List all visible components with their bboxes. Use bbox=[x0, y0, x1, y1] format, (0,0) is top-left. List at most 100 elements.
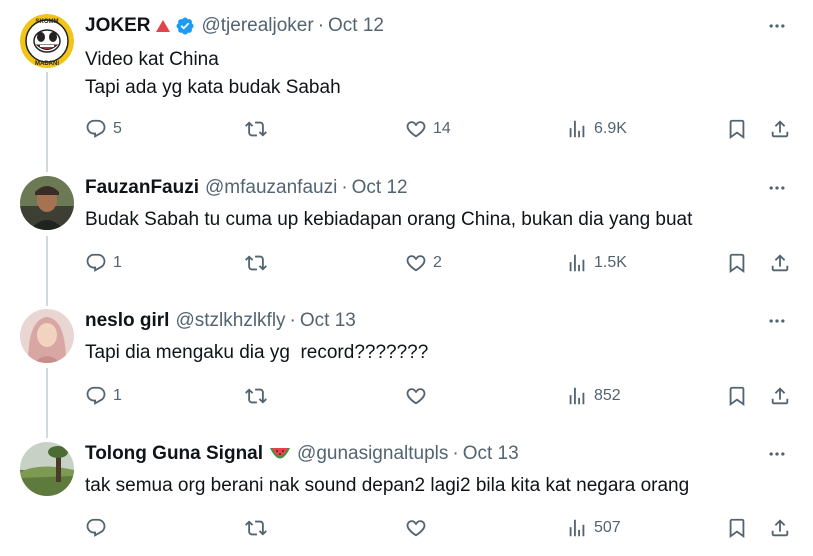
display-name[interactable]: neslo girl bbox=[85, 310, 169, 332]
tweet[interactable]: FauzanFauzi @mfauzanfauzi · Oct 12 Budak… bbox=[0, 176, 813, 286]
action-bar: 1 2 1.5K bbox=[85, 250, 795, 276]
reply-button[interactable] bbox=[85, 515, 113, 541]
tweet[interactable]: Tolong Guna Signal @gunasignaltupls · Oc… bbox=[0, 442, 813, 552]
action-bar: 1 852 bbox=[85, 383, 795, 409]
user-handle[interactable]: @tjerealjoker bbox=[201, 15, 313, 37]
tweet-text-line: Budak Sabah tu cuma up kebiadapan orang … bbox=[85, 209, 693, 230]
tweet-date[interactable]: Oct 12 bbox=[352, 177, 408, 199]
more-icon[interactable] bbox=[765, 309, 789, 333]
views-count: 6.9K bbox=[594, 120, 627, 137]
views-button[interactable]: 1.5K bbox=[566, 250, 627, 276]
tweet[interactable]: SKOMM MADANI JOKER @tjerealjoker · Oct 1… bbox=[0, 14, 813, 154]
tweet-header: neslo girl @stzlkhzlkfly · Oct 13 bbox=[85, 309, 356, 333]
avatar-bottom-text: MADANI bbox=[35, 61, 59, 67]
share-icon bbox=[769, 252, 791, 274]
views-button[interactable]: 6.9K bbox=[566, 116, 627, 142]
separator-dot: · bbox=[289, 310, 296, 331]
retweet-icon bbox=[245, 252, 267, 274]
views-count: 852 bbox=[594, 387, 621, 404]
avatar[interactable] bbox=[20, 309, 74, 363]
views-button[interactable]: 852 bbox=[566, 383, 621, 409]
like-count: 2 bbox=[433, 254, 442, 271]
views-count: 1.5K bbox=[594, 254, 627, 271]
like-button[interactable] bbox=[405, 515, 433, 541]
tweet-text-line: Video kat China bbox=[85, 49, 219, 70]
retweet-icon bbox=[245, 517, 267, 539]
share-icon bbox=[769, 517, 791, 539]
verified-badge-icon bbox=[175, 16, 195, 36]
bookmark-button[interactable] bbox=[726, 250, 748, 276]
more-icon[interactable] bbox=[765, 442, 789, 466]
share-button[interactable] bbox=[769, 250, 791, 276]
separator-dot: · bbox=[341, 177, 348, 198]
bookmark-button[interactable] bbox=[726, 515, 748, 541]
share-button[interactable] bbox=[769, 383, 791, 409]
views-button[interactable]: 507 bbox=[566, 515, 621, 541]
bookmark-icon bbox=[726, 118, 748, 140]
retweet-button[interactable] bbox=[245, 515, 273, 541]
reply-icon bbox=[85, 118, 107, 140]
like-count: 14 bbox=[433, 120, 451, 137]
tweet-text-line: Tapi dia mengaku dia yg record??????? bbox=[85, 342, 429, 363]
tweet-text: Budak Sabah tu cuma up kebiadapan orang … bbox=[85, 206, 692, 234]
more-icon[interactable] bbox=[765, 176, 789, 200]
views-icon bbox=[566, 252, 588, 274]
share-button[interactable] bbox=[769, 116, 791, 142]
display-name[interactable]: Tolong Guna Signal bbox=[85, 443, 263, 465]
share-button[interactable] bbox=[769, 515, 791, 541]
user-handle[interactable]: @mfauzanfauzi bbox=[205, 177, 337, 199]
views-icon bbox=[566, 385, 588, 407]
separator-dot: · bbox=[317, 15, 325, 36]
bookmark-icon bbox=[726, 385, 748, 407]
user-handle[interactable]: @gunasignaltupls bbox=[297, 443, 448, 465]
reply-button[interactable]: 1 bbox=[85, 383, 122, 409]
reply-icon bbox=[85, 385, 107, 407]
action-bar: 507 bbox=[85, 515, 795, 541]
retweet-button[interactable] bbox=[245, 116, 273, 142]
reply-button[interactable]: 5 bbox=[85, 116, 122, 142]
views-icon bbox=[566, 118, 588, 140]
tweet[interactable]: neslo girl @stzlkhzlkfly · Oct 13 Tapi d… bbox=[0, 309, 813, 419]
like-icon bbox=[405, 385, 427, 407]
tweet-text-line: tak semua org berani nak sound depan2 la… bbox=[85, 475, 690, 496]
retweet-icon bbox=[245, 385, 267, 407]
tweet-date[interactable]: Oct 13 bbox=[463, 443, 519, 465]
bookmark-button[interactable] bbox=[726, 383, 748, 409]
tweet-date[interactable]: Oct 12 bbox=[328, 15, 384, 37]
tweet-date[interactable]: Oct 13 bbox=[300, 310, 356, 332]
reply-count: 1 bbox=[113, 387, 122, 404]
more-icon[interactable] bbox=[765, 14, 789, 38]
tweet-text-line: Tapi ada yg kata budak Sabah bbox=[85, 77, 341, 98]
retweet-button[interactable] bbox=[245, 250, 273, 276]
separator-dot: · bbox=[452, 443, 459, 464]
bookmark-icon bbox=[726, 517, 748, 539]
tweet-header: JOKER @tjerealjoker · Oct 12 bbox=[85, 14, 384, 38]
user-handle[interactable]: @stzlkhzlkfly bbox=[175, 310, 285, 332]
reply-icon bbox=[85, 252, 107, 274]
display-name[interactable]: FauzanFauzi bbox=[85, 177, 199, 199]
tweet-text: Tapi dia mengaku dia yg record??????? bbox=[85, 339, 428, 367]
avatar[interactable] bbox=[20, 176, 74, 230]
reply-icon bbox=[85, 517, 107, 539]
like-button[interactable] bbox=[405, 383, 433, 409]
like-icon bbox=[405, 252, 427, 274]
red-triangle-icon bbox=[155, 19, 171, 33]
watermelon-emoji-icon bbox=[269, 447, 291, 461]
like-icon bbox=[405, 118, 427, 140]
reply-count: 1 bbox=[113, 254, 122, 271]
tweet-text: tak semua org berani nak sound depan2 la… bbox=[85, 472, 689, 500]
reply-count: 5 bbox=[113, 120, 122, 137]
like-icon bbox=[405, 517, 427, 539]
retweet-button[interactable] bbox=[245, 383, 273, 409]
retweet-icon bbox=[245, 118, 267, 140]
bookmark-button[interactable] bbox=[726, 116, 748, 142]
share-icon bbox=[769, 118, 791, 140]
avatar-top-text: SKOMM bbox=[36, 19, 59, 25]
avatar[interactable]: SKOMM MADANI bbox=[20, 14, 74, 68]
avatar[interactable] bbox=[20, 442, 74, 496]
reply-button[interactable]: 1 bbox=[85, 250, 122, 276]
bookmark-icon bbox=[726, 252, 748, 274]
like-button[interactable]: 14 bbox=[405, 116, 451, 142]
like-button[interactable]: 2 bbox=[405, 250, 442, 276]
display-name[interactable]: JOKER bbox=[85, 15, 150, 37]
